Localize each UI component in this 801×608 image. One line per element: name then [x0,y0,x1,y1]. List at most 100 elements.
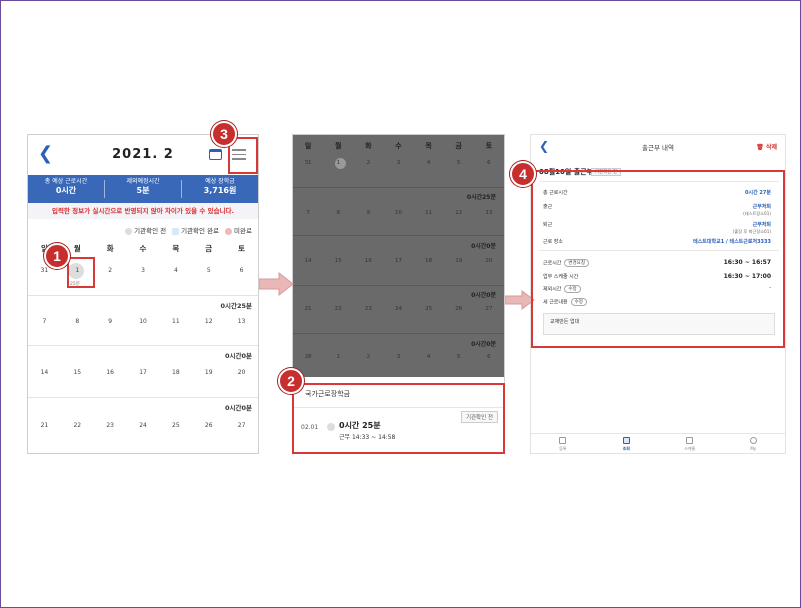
day-cell: 31 [304,160,312,166]
day-cell: 12 [455,210,463,216]
day-cell[interactable]: 14 [28,369,61,376]
day-cell[interactable]: 17 [127,369,160,376]
day-cell: 4 [426,354,431,360]
day-cell[interactable]: 15 [61,369,94,376]
arrow-right-icon [259,272,294,296]
week-total: 0시간0분 [471,292,496,299]
day-cell[interactable]: 4 [159,267,192,274]
summary-scholarship: 예상 장학금 3,716원 [203,178,237,195]
weekday: 수 [139,244,147,253]
summary-excluded: 제외예정시간 5분 [126,178,160,195]
day-cell[interactable]: 3 [127,267,160,274]
day-cell[interactable]: 19 [192,369,225,376]
month-title: 2021. 2 [112,147,174,162]
bottom-tab-bar: 등록 조회 스케줄 My [531,433,786,453]
calendar-screen: ❮ 2021. 2 총 예상 근로시간 0시간 제외예정시간 5분 예상 장학금 3,… [27,134,259,454]
day-cell[interactable]: 8 [61,318,94,325]
day-cell: 6 [487,354,491,360]
week-row: 31 1 2 3 4 5 6 [293,160,504,166]
weekday: 화 [106,244,114,253]
week-total: 0시간0분 [225,352,252,360]
day-cell: 23 [364,306,372,312]
week-row: 14 15 16 17 18 19 20 [293,258,504,264]
document-icon [622,437,630,444]
day-cell[interactable]: 22 [61,422,94,429]
day-cell[interactable]: 18 [159,369,192,376]
weekday: 수 [395,142,402,150]
day-cell: 8 [336,210,340,216]
day-cell[interactable]: 27 [225,422,258,429]
day-cell[interactable]: 9 [94,318,127,325]
day-cell: 11 [425,210,433,216]
summary-total-hours: 총 예상 근로시간 0시간 [44,178,88,195]
day-cell: 18 [425,258,433,264]
day-cell[interactable]: 10 [127,318,160,325]
week-total: 0시간0분 [225,404,252,412]
screen-title: 출근부 내역 [642,144,674,152]
day-cell[interactable]: 26 [192,422,225,429]
day-cell: 22 [334,306,342,312]
tab-my[interactable]: My [722,434,786,453]
summary-bar: 총 예상 근로시간 0시간 제외예정시간 5분 예상 장학금 3,716원 [28,175,258,203]
weekday: 금 [205,244,213,253]
day-cell: 25 [425,306,433,312]
day-cell[interactable]: 16 [94,369,127,376]
day-cell[interactable]: 11 [159,318,192,325]
tab-register[interactable]: 등록 [531,434,595,453]
tab-schedule[interactable]: 스케줄 [658,434,722,453]
day-cell: 1 [336,160,340,166]
day-cell: 26 [455,306,463,312]
calendar-icon [686,437,694,444]
day-cell: 3 [396,160,401,166]
day-cell: 10 [394,210,402,216]
day-cell: 15 [334,258,342,264]
step-marker-3: 3 [211,121,237,147]
day-cell[interactable]: 24 [127,422,160,429]
week-row: 7 8 9 10 11 12 13 [28,318,258,325]
step-marker-1: 1 [44,243,70,269]
weekday: 목 [172,244,180,253]
day-cell[interactable]: 21 [28,422,61,429]
day-cell: 13 [485,210,493,216]
day-cell: 2 [366,160,371,166]
day-cell: 9 [366,210,371,216]
day-cell[interactable]: 5 [192,267,225,274]
week-row: 7 8 9 10 11 12 13 [293,210,504,216]
week-total: 0시간0분 [471,243,496,250]
status-legend: 기관확인 전 기관확인 완료 미완료 [125,225,252,235]
day-cell[interactable]: 7 [28,318,61,325]
day-cell[interactable]: 20 [225,369,258,376]
weekday-header: 일 월 화 수 목 금 토 [293,141,504,151]
week-row: 14 15 16 17 18 19 20 [28,369,258,376]
day-cell: 3 [396,354,401,360]
tab-lookup[interactable]: 조회 [595,434,659,453]
day-cell: 28 [304,354,312,360]
day-cell[interactable]: 13 [225,318,258,325]
weekday: 토 [238,244,246,253]
day-cell: 7 [306,210,310,216]
user-icon [749,437,757,444]
day-cell: 4 [426,160,431,166]
day-cell: 17 [394,258,402,264]
calendar-icon[interactable] [209,149,222,160]
day-cell[interactable]: 6 [225,267,258,274]
day-cell[interactable]: 25 [159,422,192,429]
week-total: 0시간0분 [471,341,496,348]
dimmed-calendar[interactable]: 일 월 화 수 목 금 토 31 1 2 3 4 5 6 0시간25분 7 8 … [293,135,504,377]
legend-confirmed: 기관확인 완료 [172,225,219,235]
week-row: 21 22 23 24 25 26 27 [28,422,258,429]
highlight-box-day [67,257,95,288]
weekday: 토 [485,142,493,150]
delete-button[interactable]: 🗑 삭제 [756,142,777,151]
day-cell: 16 [364,258,372,264]
day-cell[interactable]: 2 [94,267,127,274]
day-cell[interactable]: 12 [192,318,225,325]
week-row: 28 1 2 3 4 5 6 [293,354,504,360]
week-total: 0시간25분 [466,194,496,201]
highlight-box-sheet [292,383,505,454]
day-cell[interactable]: 23 [94,422,127,429]
day-cell: 21 [304,306,312,312]
weekday: 일 [304,142,312,150]
week-row: 21 22 23 24 25 26 27 [293,306,504,312]
highlight-box-detail [531,170,785,348]
